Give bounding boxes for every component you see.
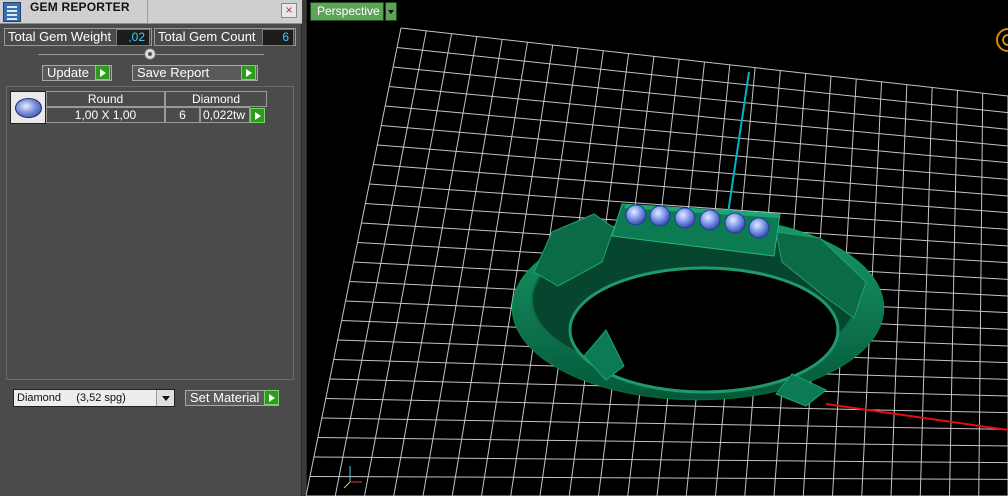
gem-type-header: Diamond	[165, 91, 267, 107]
grid-line	[334, 30, 427, 496]
gem-reporter-icon	[3, 2, 21, 22]
panel-title: GEM REPORTER	[30, 0, 130, 14]
gem-stone	[674, 207, 696, 229]
grid-line	[306, 27, 402, 496]
total-count-label: Total Gem Count	[158, 29, 256, 44]
gem-shape-header: Round	[46, 91, 165, 107]
view-mode-label: Perspective	[317, 4, 380, 18]
update-play-icon[interactable]	[95, 65, 110, 80]
save-report-play-icon[interactable]	[241, 65, 256, 80]
grid-line	[364, 33, 453, 496]
save-report-button[interactable]: Save Report	[132, 65, 258, 81]
gem-stone	[748, 217, 770, 239]
view-mode-dropdown-icon[interactable]	[385, 2, 397, 21]
gem-weight-cell: 0,022tw	[200, 107, 250, 123]
material-select[interactable]: Diamond (3,52 spg)	[13, 389, 175, 407]
gem-stone	[699, 209, 721, 231]
total-weight-label: Total Gem Weight	[8, 29, 112, 44]
gem-list	[6, 86, 294, 380]
viewport-scene	[306, 27, 1008, 496]
gem-row-play-icon[interactable]	[250, 108, 265, 123]
slider-handle[interactable]	[144, 48, 156, 60]
close-button[interactable]: ×	[281, 3, 297, 18]
set-material-label: Set Material	[190, 390, 260, 405]
set-material-play-icon[interactable]	[264, 390, 279, 405]
gem-stone	[625, 204, 647, 226]
gem-size-cell: 1,00 X 1,00	[46, 107, 165, 123]
chevron-down-icon[interactable]	[156, 390, 174, 406]
material-select-value: Diamond (3,52 spg)	[17, 392, 126, 404]
view-orientation-gizmo-icon[interactable]	[996, 28, 1008, 52]
view-mode-tab[interactable]: Perspective	[310, 2, 384, 21]
gem-stone	[649, 205, 671, 227]
update-button-label: Update	[47, 65, 89, 80]
total-weight-value: ,02	[116, 29, 150, 46]
x-axis-line	[825, 403, 1008, 431]
gem-count-cell: 6	[165, 107, 200, 123]
panel-titlebar: GEM REPORTER ×	[0, 0, 302, 24]
total-count-value: 6	[262, 29, 294, 46]
gem-reporter-panel: GEM REPORTER × Total Gem Weight ,02 Tota…	[0, 0, 302, 496]
gem-stone	[724, 212, 746, 234]
round-gem-thumbnail-icon[interactable]	[10, 91, 46, 124]
save-report-label: Save Report	[137, 65, 210, 80]
title-divider	[147, 0, 148, 24]
